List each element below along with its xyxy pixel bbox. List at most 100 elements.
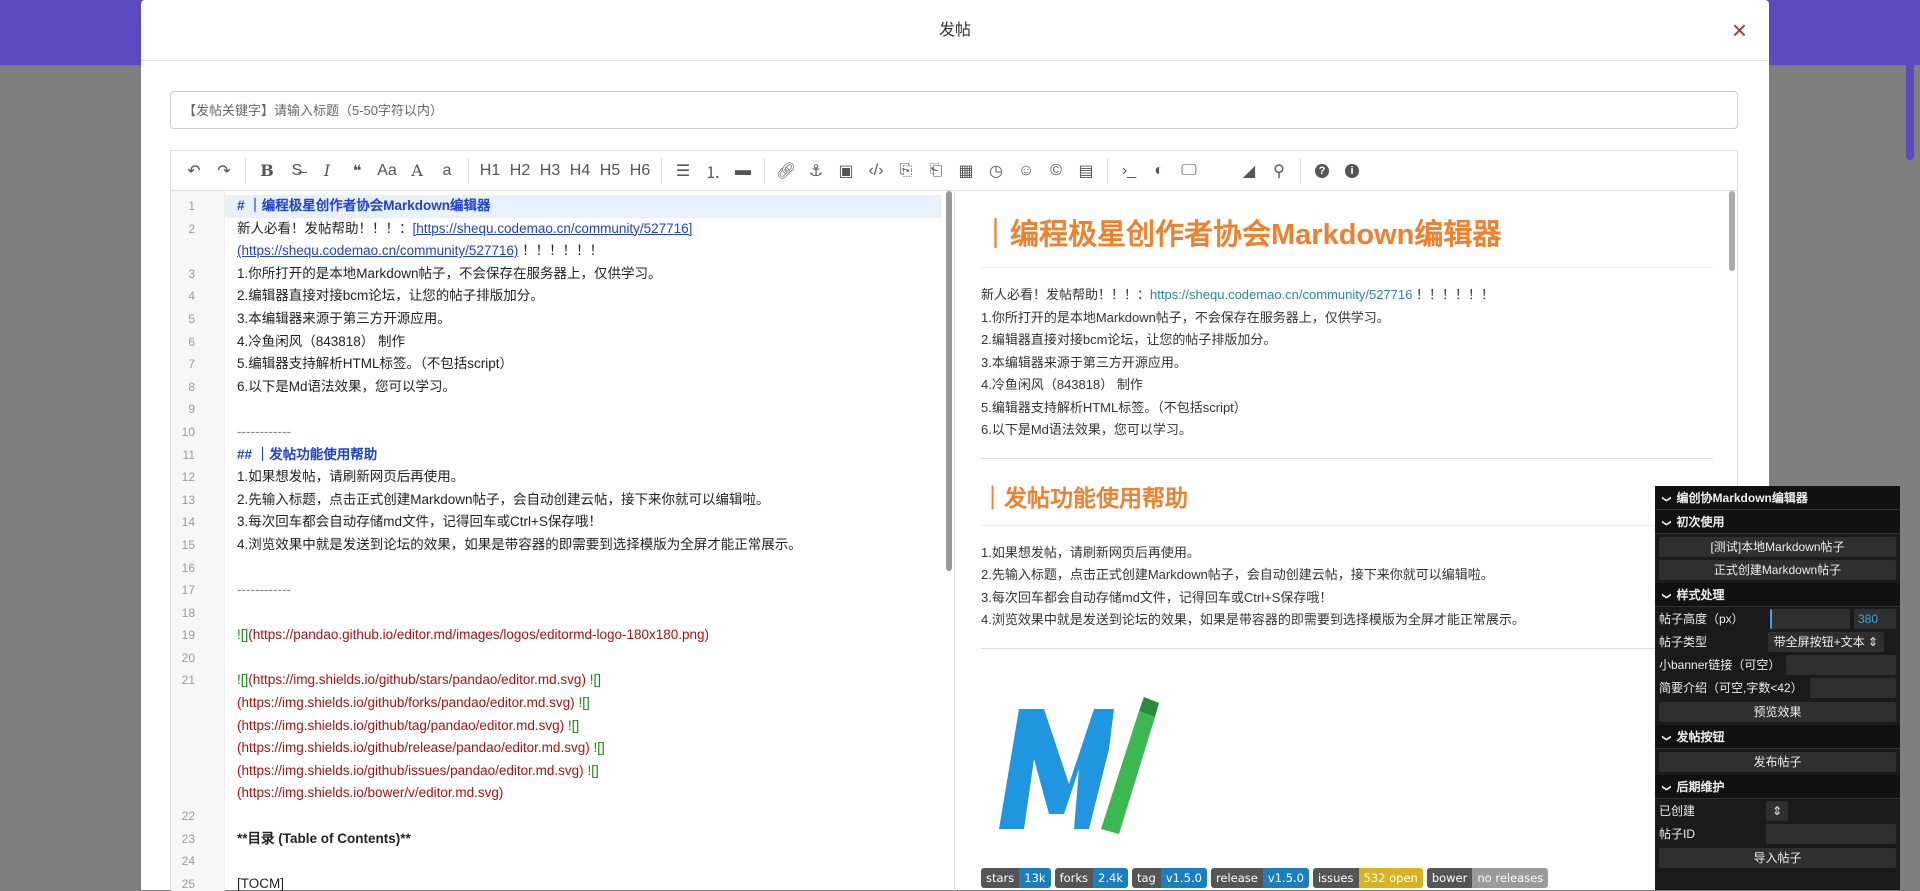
uppercase-icon[interactable]: Aa: [372, 156, 402, 186]
publish-button[interactable]: 发布帖子: [1659, 752, 1896, 772]
code-line[interactable]: 7 5.编辑器支持解析HTML标签。（不包括script）: [171, 353, 941, 376]
heading-h1-button[interactable]: H1: [475, 156, 505, 186]
post-type-select[interactable]: 带全屏按钮+文本 ⇕: [1767, 631, 1884, 652]
line-text[interactable]: 6.以下是Md语法效果，您可以学习。: [225, 376, 941, 399]
code-line[interactable]: 15 4.浏览效果中就是发送到论坛的效果，如果是带容器的即需要到选择模版为全屏才能…: [171, 534, 941, 557]
line-text[interactable]: 1.如果想发帖，请刷新网页后再使用。: [225, 466, 941, 489]
line-text[interactable]: [225, 647, 941, 670]
preview-scrollbar[interactable]: [1729, 191, 1735, 271]
code-line[interactable]: 24: [171, 850, 941, 873]
html-entities-icon[interactable]: ©: [1041, 156, 1071, 186]
code-line[interactable]: (https://img.shields.io/bower/v/editor.m…: [171, 782, 941, 805]
section-maintenance[interactable]: ❯ 后期维护: [1655, 775, 1900, 799]
terminal-icon[interactable]: ›_: [1114, 156, 1144, 186]
code-line[interactable]: (https://img.shields.io/github/tag/panda…: [171, 715, 941, 738]
fullscreen-icon[interactable]: 🖵︎: [1174, 156, 1204, 186]
code-line[interactable]: 22: [171, 805, 941, 828]
lowercase-icon[interactable]: a: [432, 156, 462, 186]
code-line[interactable]: 25 [TOCM]: [171, 873, 941, 891]
italic-icon[interactable]: I: [312, 156, 342, 186]
line-text[interactable]: ## ｜发帖功能使用帮助: [225, 444, 941, 467]
code-scrollbar[interactable]: [946, 191, 952, 571]
line-text[interactable]: 4.浏览效果中就是发送到论坛的效果，如果是带容器的即需要到选择模版为全屏才能正常…: [225, 534, 941, 557]
code-line[interactable]: (https://shequ.codemao.cn/community/5277…: [171, 240, 941, 263]
line-text[interactable]: 3.每次回车都会自动存储md文件，记得回车或Ctrl+S保存哦！: [225, 511, 941, 534]
intro-input[interactable]: [1810, 677, 1896, 698]
bold-icon[interactable]: B: [252, 156, 282, 186]
datetime-icon[interactable]: ◷: [981, 156, 1011, 186]
line-text[interactable]: 2.先输入标题，点击正式创建Markdown帖子，会自动创建云帖，接下来你就可以…: [225, 489, 941, 512]
code-line[interactable]: 9: [171, 398, 941, 421]
strikethrough-icon[interactable]: S̶: [282, 156, 312, 186]
table-icon[interactable]: ▦: [951, 156, 981, 186]
line-text[interactable]: [225, 602, 941, 625]
import-post-button[interactable]: 导入帖子: [1659, 848, 1896, 868]
preview-button[interactable]: 预览效果: [1659, 702, 1896, 722]
section-publish[interactable]: ❯ 发帖按钮: [1655, 725, 1900, 749]
code-block-icon[interactable]: ⎘: [891, 156, 921, 186]
code-line[interactable]: 23 **目录 (Table of Contents)**: [171, 828, 941, 851]
height-slider[interactable]: [1770, 608, 1850, 629]
heading-h4-button[interactable]: H4: [565, 156, 595, 186]
code-line[interactable]: 10 ------------: [171, 421, 941, 444]
line-text[interactable]: ![](https://img.shields.io/github/stars/…: [225, 669, 941, 692]
code-line[interactable]: 13 2.先输入标题，点击正式创建Markdown帖子，会自动创建云帖，接下来你就…: [171, 489, 941, 512]
anchor-icon[interactable]: ⚓︎: [801, 156, 831, 186]
code-line[interactable]: 18: [171, 602, 941, 625]
code-line[interactable]: 21 ![](https://img.shields.io/github/star…: [171, 669, 941, 692]
help-icon[interactable]: ?: [1307, 156, 1337, 186]
code-line[interactable]: 6 4.冷鱼闲风（843818） 制作: [171, 331, 941, 354]
code-line[interactable]: (https://img.shields.io/github/issues/pa…: [171, 760, 941, 783]
line-text[interactable]: # ｜编程极星创作者协会Markdown编辑器: [225, 195, 941, 218]
test-local-post-button[interactable]: [测试]本地Markdown帖子: [1659, 537, 1896, 557]
quote-icon[interactable]: ❝: [342, 156, 372, 186]
created-select[interactable]: ⇕: [1765, 800, 1788, 821]
code-line[interactable]: 14 3.每次回车都会自动存储md文件，记得回车或Ctrl+S保存哦！: [171, 511, 941, 534]
heading-h6-button[interactable]: H6: [625, 156, 655, 186]
line-text[interactable]: ------------: [225, 579, 941, 602]
help-link[interactable]: https://shequ.codemao.cn/community/52771…: [1150, 287, 1412, 302]
code-line[interactable]: 1 # ｜编程极星创作者协会Markdown编辑器: [171, 195, 941, 218]
line-text[interactable]: (https://img.shields.io/github/forks/pan…: [225, 692, 941, 715]
preview-toggle-icon[interactable]: ◐: [1144, 156, 1174, 186]
section-first-use[interactable]: ❯ 初次使用: [1655, 510, 1900, 534]
code-line[interactable]: 17 ------------: [171, 579, 941, 602]
search-icon[interactable]: ⚲: [1264, 156, 1294, 186]
emoji-icon[interactable]: ☺: [1011, 156, 1041, 186]
post-title-input[interactable]: [170, 91, 1738, 129]
line-text[interactable]: [225, 557, 941, 580]
code-line[interactable]: 3 1.你所打开的是本地Markdown帖子，不会保存在服务器上，仅供学习。: [171, 263, 941, 286]
line-text[interactable]: [225, 398, 941, 421]
post-id-input[interactable]: [1766, 823, 1896, 844]
code-line[interactable]: 20: [171, 647, 941, 670]
height-input[interactable]: [1854, 608, 1896, 629]
line-text[interactable]: 1.你所打开的是本地Markdown帖子，不会保存在服务器上，仅供学习。: [225, 263, 941, 286]
pagebreak-icon[interactable]: ▤: [1071, 156, 1101, 186]
line-text[interactable]: [TOCM]: [225, 873, 941, 891]
heading-h5-button[interactable]: H5: [595, 156, 625, 186]
code-line[interactable]: 8 6.以下是Md语法效果，您可以学习。: [171, 376, 941, 399]
redo-icon[interactable]: ↷: [209, 156, 239, 186]
eraser-icon[interactable]: ◢: [1234, 156, 1264, 186]
line-text[interactable]: 新人必看！发帖帮助！！！：[https://shequ.codemao.cn/c…: [225, 218, 941, 241]
page-scrollbar[interactable]: [1906, 0, 1914, 160]
line-text[interactable]: 3.本编辑器来源于第三方开源应用。: [225, 308, 941, 331]
unordered-list-icon[interactable]: ☰: [668, 156, 698, 186]
image-icon[interactable]: ▣: [831, 156, 861, 186]
undo-icon[interactable]: ↶: [179, 156, 209, 186]
code-lines[interactable]: 1 # ｜编程极星创作者协会Markdown编辑器 2 新人必看！发帖帮助！！！：[h…: [171, 195, 941, 891]
ordered-list-icon[interactable]: ⒈: [698, 156, 728, 186]
line-text[interactable]: 5.编辑器支持解析HTML标签。（不包括script）: [225, 353, 941, 376]
line-text[interactable]: 2.编辑器直接对接bcm论坛，让您的帖子排版加分。: [225, 285, 941, 308]
code-pane[interactable]: 1 # ｜编程极星创作者协会Markdown编辑器 2 新人必看！发帖帮助！！！：[h…: [171, 191, 955, 891]
code-icon[interactable]: ‹/›: [861, 156, 891, 186]
create-post-button[interactable]: 正式创建Markdown帖子: [1659, 560, 1896, 580]
code-line[interactable]: 12 1.如果想发帖，请刷新网页后再使用。: [171, 466, 941, 489]
heading-h3-button[interactable]: H3: [535, 156, 565, 186]
heading-h2-button[interactable]: H2: [505, 156, 535, 186]
line-text[interactable]: ![](https://pandao.github.io/editor.md/i…: [225, 624, 941, 647]
code-line[interactable]: 2 新人必看！发帖帮助！！！：[https://shequ.codemao.cn/…: [171, 218, 941, 241]
code-line[interactable]: 19 ![](https://pandao.github.io/editor.md…: [171, 624, 941, 647]
code-line[interactable]: (https://img.shields.io/github/forks/pan…: [171, 692, 941, 715]
banner-input[interactable]: [1786, 654, 1896, 675]
